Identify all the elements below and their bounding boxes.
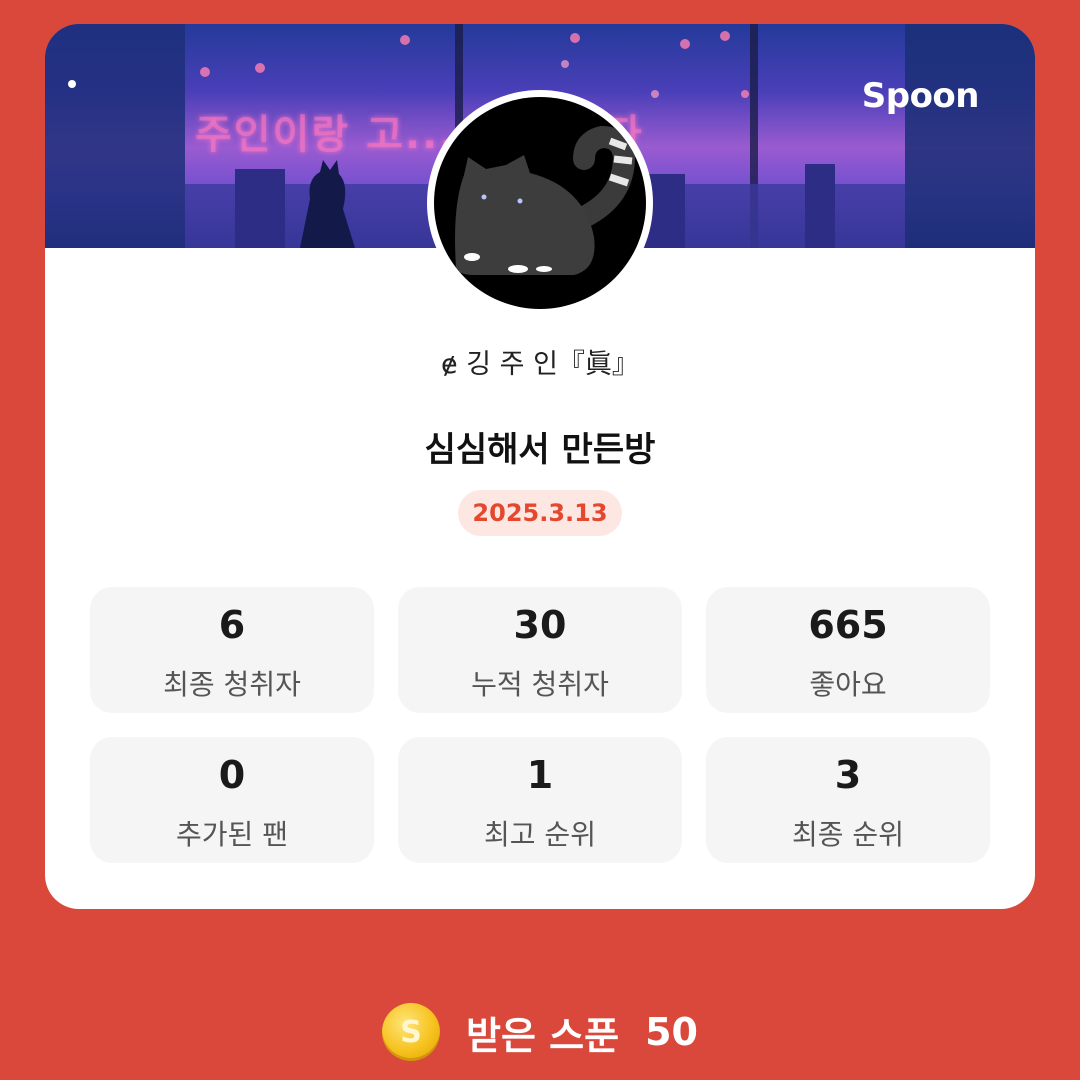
stat-best-rank: 1 최고 순위 — [398, 737, 682, 863]
stat-final-listeners: 6 최종 청취자 — [90, 587, 374, 713]
spoon-coin-icon: S — [382, 1003, 441, 1061]
avatar-image — [434, 97, 646, 309]
black-cat-icon — [455, 125, 636, 275]
date-badge: 2025.3.13 — [458, 490, 622, 536]
received-spoons: S 받은 스푼 50 — [0, 1000, 1080, 1064]
avatar[interactable] — [427, 90, 653, 316]
stat-label: 좋아요 — [809, 668, 887, 701]
live-summary-card: 주인이랑 고... 같이 있자 Spoon ɇ 깅 주 인『眞』 심심해서 만든… — [45, 24, 1035, 909]
received-spoons-label: 받은 스푼 — [466, 1013, 620, 1058]
room-title: 심심해서 만든방 — [424, 430, 656, 470]
stat-value: 0 — [218, 753, 246, 797]
stat-total-listeners: 30 누적 청취자 — [398, 587, 682, 713]
stat-value: 6 — [218, 603, 246, 647]
dj-nickname: ɇ 깅 주 인『眞』 — [441, 349, 639, 380]
stat-label: 최종 순위 — [792, 818, 904, 851]
stat-value: 665 — [808, 603, 888, 647]
stat-value: 1 — [526, 753, 554, 797]
stat-label: 추가된 팬 — [176, 818, 288, 851]
stat-label: 최고 순위 — [484, 818, 596, 851]
stat-label: 최종 청취자 — [163, 668, 301, 701]
spoon-logo: Spoon — [861, 76, 980, 116]
stat-new-fans: 0 추가된 팬 — [90, 737, 374, 863]
stat-label: 누적 청취자 — [471, 668, 609, 701]
stat-value: 3 — [834, 753, 862, 797]
stat-final-rank: 3 최종 순위 — [706, 737, 990, 863]
stat-likes: 665 좋아요 — [706, 587, 990, 713]
received-spoons-count: 50 — [645, 1010, 698, 1054]
stat-value: 30 — [513, 603, 567, 647]
